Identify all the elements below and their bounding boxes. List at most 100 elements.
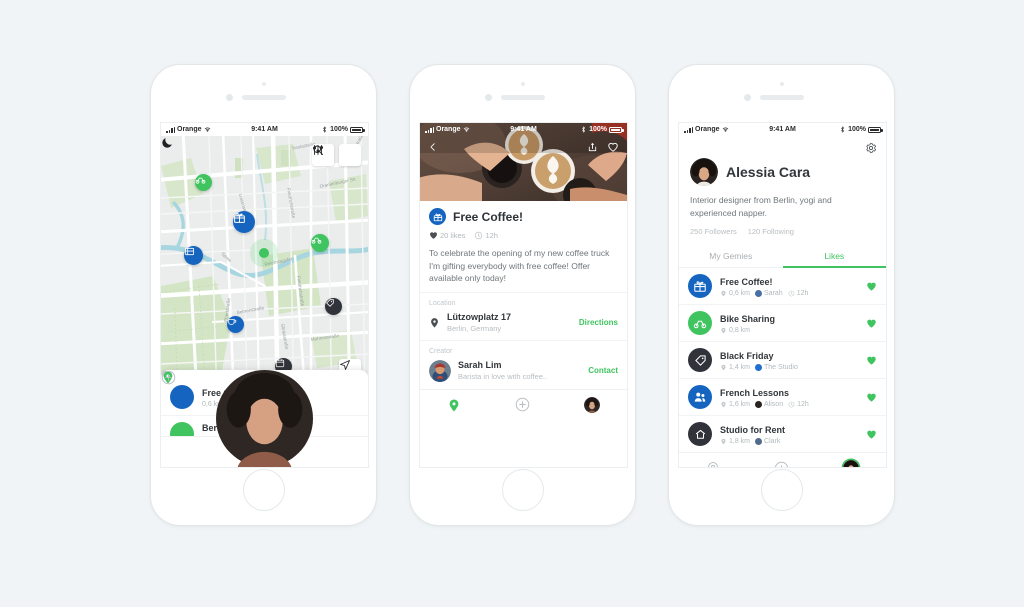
screen-detail: Orange 9:41 AM 100% Free Coffee! 20 like… bbox=[419, 122, 628, 468]
map-pin-bicycle[interactable] bbox=[195, 174, 212, 191]
list-item-title: Black Friday bbox=[720, 350, 774, 361]
heart-filled-icon[interactable] bbox=[866, 355, 877, 366]
status-bar: Orange 9:41 AM 100% bbox=[420, 123, 627, 136]
distance-meta: 0,6 km bbox=[720, 290, 750, 297]
chevron-left-icon[interactable] bbox=[428, 140, 438, 154]
map-pin-icon bbox=[431, 317, 438, 328]
profile-avatar[interactable] bbox=[216, 370, 313, 467]
avatar[interactable] bbox=[690, 158, 718, 186]
followers-count[interactable]: 250 Followers bbox=[690, 227, 737, 236]
tab-likes[interactable]: Likes bbox=[782, 245, 887, 268]
distance-text: 0,8 km bbox=[729, 326, 751, 334]
creator-row[interactable]: Sarah Lim Barista in love with coffee.. … bbox=[429, 359, 618, 382]
list-item-title: French Lessons bbox=[720, 387, 790, 398]
list-item[interactable]: Free Coffee! 0,6 km Sarah bbox=[679, 268, 886, 304]
detail-title-row: Free Coffee! bbox=[429, 208, 618, 225]
heart-filled-icon[interactable] bbox=[866, 281, 877, 292]
profile-avatar[interactable] bbox=[843, 460, 859, 467]
screen-map: Orange 9:41 AM 100% Tieckstraße Luisenst… bbox=[160, 122, 369, 468]
distance-meta: 1,8 km bbox=[720, 438, 750, 445]
creator-avatar bbox=[429, 359, 451, 382]
author-text: Clark bbox=[764, 437, 781, 445]
distance-meta: 0,8 km bbox=[720, 327, 750, 334]
phone-mockup-profile: Orange 9:41 AM 100% Alessia Cara Interio… bbox=[668, 64, 895, 526]
author-avatar bbox=[755, 437, 763, 445]
home-button[interactable] bbox=[501, 469, 544, 511]
map-pin-coffee[interactable] bbox=[227, 316, 244, 333]
map-pin-icon[interactable] bbox=[447, 398, 461, 412]
author-text: Sarah bbox=[764, 289, 783, 297]
bicycle-icon bbox=[688, 311, 712, 335]
map-pin-tag[interactable] bbox=[325, 298, 342, 315]
map-pin-bicycle-2[interactable] bbox=[311, 234, 329, 252]
distance-text: 1,8 km bbox=[729, 437, 751, 445]
sliders-filter-icon[interactable] bbox=[312, 144, 361, 166]
map-pin-icon bbox=[721, 438, 726, 444]
likes-row: 20 likes 12h bbox=[429, 231, 618, 240]
phone-mockup-map: Orange 9:41 AM 100% Tieckstraße Luisenst… bbox=[150, 64, 377, 526]
home-button[interactable] bbox=[760, 469, 803, 511]
map-pin-gift[interactable] bbox=[233, 211, 255, 233]
plus-circle-icon[interactable] bbox=[515, 397, 530, 412]
map-pin-outline-icon[interactable] bbox=[706, 461, 720, 468]
list-item[interactable]: Black Friday 1,4 km The Studio bbox=[679, 341, 886, 378]
list-item[interactable]: Studio for Rent 1,8 km Clark bbox=[679, 415, 886, 452]
list-item-title: Bike Sharing bbox=[720, 313, 776, 324]
map-pin-icon bbox=[721, 327, 726, 333]
share-icon[interactable] bbox=[587, 141, 598, 153]
author-avatar bbox=[755, 363, 763, 371]
list-item-meta: 1,6 km Alison 12h bbox=[720, 400, 858, 408]
status-time: 9:41 AM bbox=[251, 126, 278, 133]
heart-filled-icon bbox=[430, 232, 437, 239]
time-text: 12h bbox=[797, 400, 809, 408]
map-pin-ticket[interactable] bbox=[184, 246, 203, 265]
heart-filled-icon[interactable] bbox=[866, 429, 877, 440]
creator-section: Creator Sarah Lim Barista in love with c… bbox=[420, 339, 627, 389]
distance-text: 1,4 km bbox=[729, 363, 751, 371]
status-bar: Orange 9:41 AM 100% bbox=[679, 123, 886, 136]
tab-bar bbox=[420, 388, 627, 420]
screen-profile: Orange 9:41 AM 100% Alessia Cara Interio… bbox=[678, 122, 887, 468]
people-icon bbox=[688, 385, 712, 409]
tab-bar bbox=[679, 452, 886, 469]
description-text: To celebrate the opening of my new coffe… bbox=[429, 248, 610, 283]
map-pin-icon bbox=[721, 364, 726, 370]
list-item[interactable]: Bike Sharing 0,8 km bbox=[679, 304, 886, 341]
tab-my-gemies[interactable]: My Gemies bbox=[679, 245, 783, 267]
creator-label: Creator bbox=[429, 347, 453, 355]
map-canvas[interactable]: Tieckstraße Torstraße Luisenstraße Fried… bbox=[161, 136, 368, 467]
status-bar: Orange 9:41 AM 100% bbox=[161, 123, 368, 136]
author-meta: Alison bbox=[755, 400, 784, 408]
heart-filled-icon[interactable] bbox=[866, 392, 877, 403]
list-item-meta: 0,8 km bbox=[720, 327, 858, 334]
battery-icon bbox=[868, 126, 883, 133]
hero-image: Orange 9:41 AM 100% bbox=[420, 123, 627, 201]
profile-identity: Alessia Cara bbox=[690, 158, 875, 186]
time-meta: 12h bbox=[788, 290, 808, 297]
heart-outline-icon[interactable] bbox=[607, 141, 619, 153]
contact-link[interactable]: Contact bbox=[588, 366, 618, 375]
author-avatar bbox=[755, 289, 763, 297]
profile-header: Alessia Cara Interior designer from Berl… bbox=[679, 136, 886, 236]
author-text: The Studio bbox=[764, 363, 798, 371]
heart-filled-icon[interactable] bbox=[866, 318, 877, 329]
following-count[interactable]: 120 Following bbox=[748, 227, 794, 236]
profile-avatar[interactable] bbox=[584, 396, 600, 413]
likes-list: Free Coffee! 0,6 km Sarah 12h Bike Shari… bbox=[679, 268, 886, 452]
moon-icon[interactable] bbox=[161, 136, 174, 149]
directions-link[interactable]: Directions bbox=[579, 318, 618, 327]
page-title: Free Coffee! bbox=[453, 209, 524, 224]
map-controls bbox=[312, 144, 361, 166]
proximity-sensor bbox=[520, 82, 525, 86]
list-item-title: Studio for Rent bbox=[720, 424, 785, 435]
location-section: Location Lützowplatz 17 Berlin, Germany … bbox=[420, 291, 627, 340]
home-icon bbox=[688, 422, 712, 446]
gear-icon[interactable] bbox=[865, 142, 877, 154]
location-row[interactable]: Lützowplatz 17 Berlin, Germany Direction… bbox=[429, 312, 618, 333]
author-text: Alison bbox=[764, 400, 784, 408]
home-button[interactable] bbox=[242, 469, 285, 511]
list-item[interactable]: French Lessons 1,6 km Alison 12h bbox=[679, 378, 886, 415]
clock-icon bbox=[788, 290, 795, 296]
plus-circle-icon[interactable] bbox=[774, 461, 789, 469]
time-text: 12h bbox=[485, 231, 498, 240]
